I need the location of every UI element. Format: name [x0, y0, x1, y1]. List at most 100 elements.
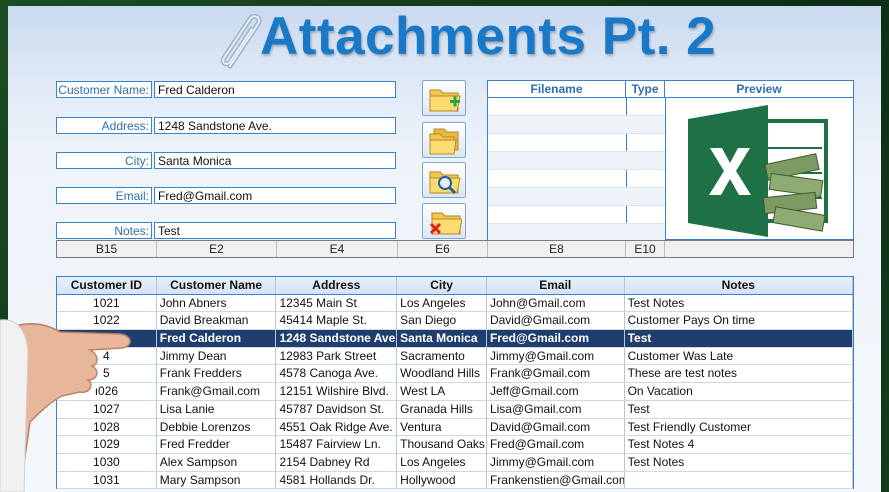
- city-label: City:: [56, 152, 152, 169]
- table-cell[interactable]: Customer Pays On time: [625, 312, 854, 330]
- customers-table: Customer ID Customer Name Address City E…: [56, 276, 854, 490]
- table-cell[interactable]: Fred@Gmail.com: [487, 330, 625, 347]
- notes-label: Notes:: [56, 222, 152, 239]
- filename-header: Filename: [488, 81, 626, 98]
- table-cell[interactable]: Ventura: [397, 418, 487, 436]
- open-folder-icon: [429, 128, 459, 155]
- table-row[interactable]: 5 Frank Fredders 4578 Canoga Ave. Woodland …: [57, 365, 854, 384]
- table-cell[interactable]: Jimmy@Gmail.com: [487, 347, 625, 365]
- table-cell[interactable]: Frank Fredders: [157, 365, 277, 383]
- cell-ref: E6: [398, 241, 488, 257]
- table-cell[interactable]: 12983 Park Street: [276, 347, 398, 365]
- table-cell[interactable]: John Abners: [157, 294, 277, 312]
- table-cell[interactable]: Jimmy@Gmail.com: [487, 453, 625, 471]
- table-cell[interactable]: San Diego: [397, 312, 487, 330]
- cell-reference-row: B15 E2 E4 E6 E8 E10: [56, 240, 854, 258]
- cell-ref: E8: [488, 241, 626, 257]
- search-folder-icon: [429, 171, 461, 195]
- table-cell[interactable]: Test Notes: [625, 453, 854, 471]
- table-cell[interactable]: Test Notes 4: [625, 436, 854, 453]
- table-cell[interactable]: 1248 Sandstone Ave.: [276, 330, 398, 347]
- table-row[interactable]: 1022 David Breakman 45414 Maple St. San Die…: [57, 312, 854, 331]
- column-header[interactable]: Customer Name: [157, 277, 277, 294]
- table-cell[interactable]: 4551 Oak Ridge Ave.: [276, 418, 398, 436]
- table-cell[interactable]: 45414 Maple St.: [276, 312, 398, 330]
- city-field[interactable]: Santa Monica: [154, 152, 396, 169]
- table-cell[interactable]: Frankenstien@Gmail.com: [487, 471, 625, 489]
- table-cell[interactable]: Alex Sampson: [157, 453, 277, 471]
- table-cell[interactable]: Fred Calderon: [157, 330, 277, 347]
- table-cell[interactable]: Woodland Hills: [397, 365, 487, 383]
- table-cell[interactable]: Debbie Lorenzos: [157, 418, 277, 436]
- open-attachment-button[interactable]: [422, 122, 466, 158]
- cell-ref: E4: [277, 241, 398, 257]
- column-header[interactable]: Email: [487, 277, 625, 294]
- type-column[interactable]: [626, 98, 666, 242]
- table-row[interactable]: 1030 Alex Sampson 2154 Dabney Rd Los Angele…: [57, 453, 854, 472]
- table-row[interactable]: 4 Jimmy Dean 12983 Park Street Sacramento Ji…: [57, 347, 854, 366]
- email-label: Email:: [56, 187, 152, 204]
- table-cell[interactable]: Los Angeles: [397, 294, 487, 312]
- table-cell[interactable]: Frank@Gmail.com: [487, 365, 625, 383]
- table-cell[interactable]: Lisa@Gmail.com: [487, 400, 625, 418]
- table-row[interactable]: 1029 Fred Fredder 15487 Fairview Ln. Thousa…: [57, 436, 854, 454]
- preview-header: Preview: [665, 81, 853, 98]
- table-cell[interactable]: Test: [625, 400, 854, 418]
- table-cell[interactable]: John@Gmail.com: [487, 294, 625, 312]
- table-cell[interactable]: Santa Monica: [397, 330, 487, 347]
- table-row[interactable]: 1021 John Abners 12345 Main St Los Angeles J…: [57, 294, 854, 313]
- search-attachment-button[interactable]: [422, 162, 466, 198]
- table-cell[interactable]: 2154 Dabney Rd: [276, 453, 398, 471]
- table-cell[interactable]: Granada Hills: [397, 400, 487, 418]
- table-cell[interactable]: These are test notes: [625, 365, 854, 383]
- table-cell[interactable]: Sacramento: [397, 347, 487, 365]
- table-cell[interactable]: 12345 Main St: [276, 294, 398, 312]
- table-row[interactable]: 1028 Debbie Lorenzos 4551 Oak Ridge Ave. Ve…: [57, 418, 854, 437]
- table-cell[interactable]: Customer Was Late: [625, 347, 854, 365]
- table-cell[interactable]: 4578 Canoga Ave.: [276, 365, 398, 383]
- table-cell[interactable]: Test: [625, 330, 854, 347]
- table-cell[interactable]: Fred@Gmail.com: [487, 436, 625, 453]
- table-row[interactable]: 1031 Mary Sampson 4581 Hollands Dr. Hollywo…: [57, 471, 854, 490]
- table-cell[interactable]: 45787 Davidson St.: [276, 400, 398, 418]
- table-cell[interactable]: Mary Sampson: [157, 471, 277, 489]
- table-cell[interactable]: David@Gmail.com: [487, 312, 625, 330]
- table-cell[interactable]: David@Gmail.com: [487, 418, 625, 436]
- cell-ref: E2: [157, 241, 277, 257]
- excel-icon: [688, 105, 828, 237]
- table-cell[interactable]: 12151 Wilshire Blvd.: [276, 383, 398, 400]
- table-cell[interactable]: Jeff@Gmail.com: [487, 383, 625, 400]
- table-cell[interactable]: Test Friendly Customer: [625, 418, 854, 436]
- table-cell[interactable]: West LA: [397, 383, 487, 400]
- table-row[interactable]: Fred Calderon 1248 Sandstone Ave. Santa Mo…: [57, 330, 854, 348]
- table-cell[interactable]: 15487 Fairview Ln.: [276, 436, 398, 453]
- table-cell[interactable]: David Breakman: [157, 312, 277, 330]
- table-row[interactable]: 1027 Lisa Lanie 45787 Davidson St. Granada …: [57, 400, 854, 419]
- table-cell[interactable]: [625, 471, 854, 489]
- column-header[interactable]: Notes: [625, 277, 854, 294]
- filename-column[interactable]: [488, 98, 627, 242]
- table-cell[interactable]: Los Angeles: [397, 453, 487, 471]
- delete-attachment-button[interactable]: [422, 203, 466, 239]
- table-cell[interactable]: Hollywood: [397, 471, 487, 489]
- table-cell[interactable]: Fred Fredder: [157, 436, 277, 453]
- table-cell[interactable]: Lisa Lanie: [157, 400, 277, 418]
- page-title: Attachments Pt. 2: [260, 7, 717, 66]
- table-cell[interactable]: Jimmy Dean: [157, 347, 277, 365]
- notes-field[interactable]: Test: [154, 222, 396, 239]
- table-cell[interactable]: Thousand Oaks: [397, 436, 487, 453]
- table-cell[interactable]: On Vacation: [625, 383, 854, 400]
- attachments-table: Filename Type Preview: [487, 80, 854, 242]
- email-field[interactable]: Fred@Gmail.com: [154, 187, 396, 204]
- address-field[interactable]: 1248 Sandstone Ave.: [154, 117, 396, 134]
- customer-name-field[interactable]: Fred Calderon: [154, 81, 396, 98]
- table-row[interactable]: ı026 Frank@Gmail.com 12151 Wilshire Blvd. W…: [57, 383, 854, 401]
- column-header[interactable]: City: [397, 277, 487, 294]
- add-attachment-button[interactable]: [422, 80, 466, 116]
- table-cell[interactable]: 4581 Hollands Dr.: [276, 471, 398, 489]
- table-cell[interactable]: Frank@Gmail.com: [157, 383, 277, 400]
- column-header[interactable]: Address: [276, 277, 398, 294]
- customer-name-label: Customer Name:: [56, 81, 152, 98]
- table-header: Customer ID Customer Name Address City E…: [57, 277, 854, 295]
- table-cell[interactable]: Test Notes: [625, 294, 854, 312]
